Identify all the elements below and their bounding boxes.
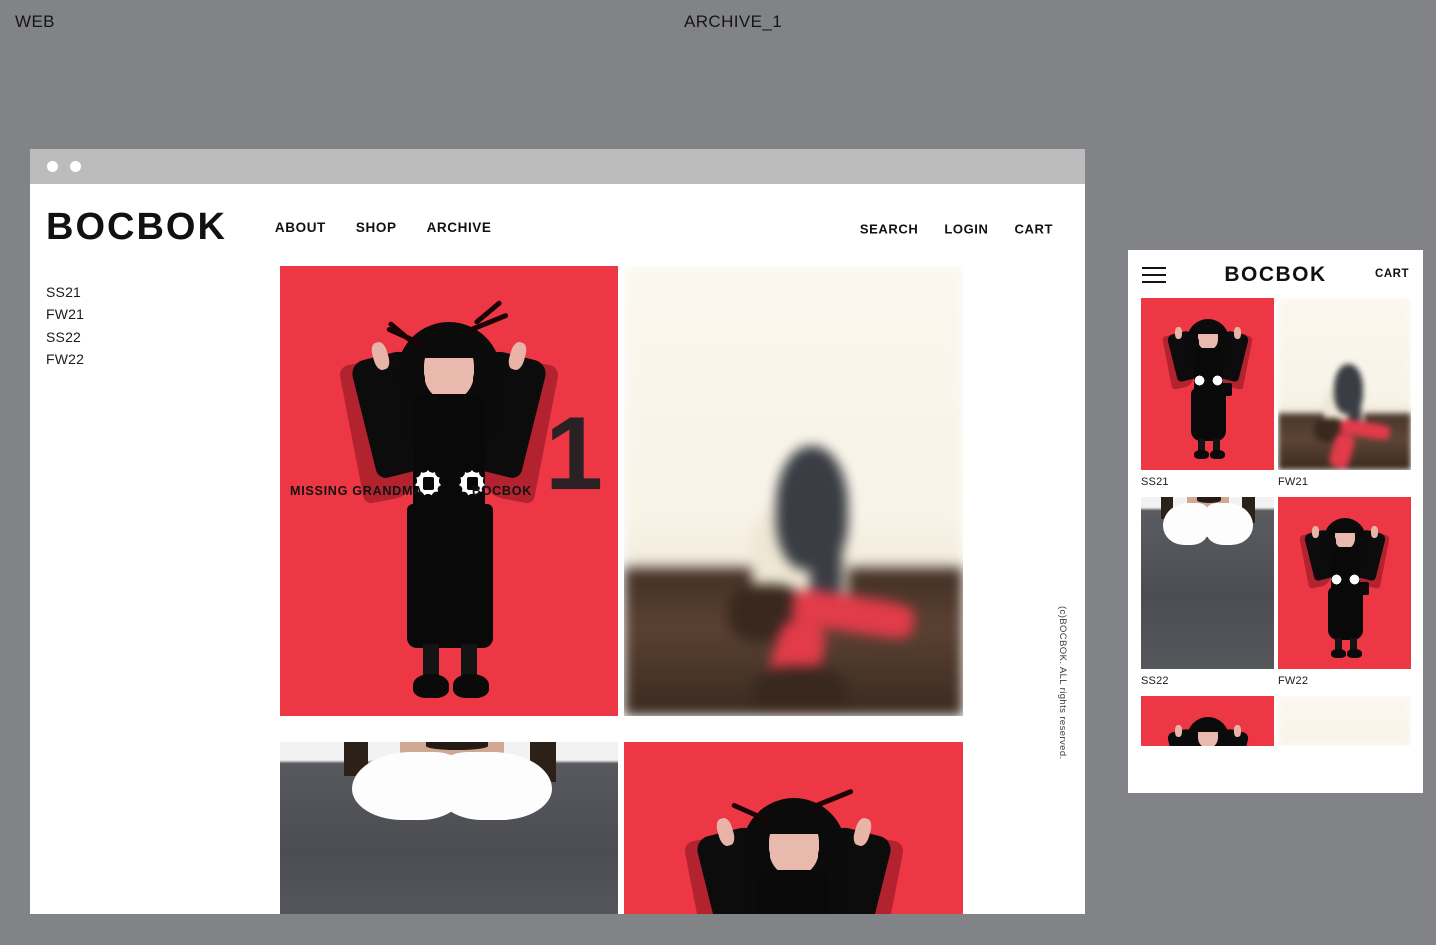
artwork-red-lookbook: 1 MISSING GRANDMA BOCBOK [280,266,618,716]
artwork-blurred-photo-thumb [1278,298,1411,470]
mobile-archive-grid: SS21 FW21 SS22 FW22 [1128,298,1423,752]
mobile-grid-row-partial [1141,696,1411,752]
gallery-tile-blurred-field[interactable] [624,266,963,716]
artwork-collar-closeup [280,742,618,914]
window-dot-2[interactable] [70,161,81,172]
brand-logo[interactable]: BOCBOK [46,208,227,246]
gallery-tile-lookbook-red[interactable]: 1 MISSING GRANDMA BOCBOK [280,266,618,716]
nav-item-shop[interactable]: SHOP [356,220,397,235]
mobile-grid-label: FW22 [1278,675,1309,687]
mobile-thumb-partial-2 [1278,696,1411,746]
season-item-fw21[interactable]: FW21 [46,303,166,325]
mobile-grid-item-partial-1[interactable] [1141,696,1274,752]
mobile-thumb-partial-1 [1141,696,1274,746]
mobile-thumb-ss22 [1141,497,1274,669]
artwork-red-lookbook-thumb-2 [1278,497,1411,669]
page-label-archive: ARCHIVE_1 [684,12,783,31]
mobile-grid-label: SS22 [1141,675,1169,687]
artwork-blurred-photo [624,266,963,716]
site-header: BOCBOK ABOUT SHOP ARCHIVE SEARCH LOGIN C… [30,184,1085,266]
mobile-grid-item-fw22[interactable]: FW22 [1278,497,1411,687]
mobile-grid-label: FW21 [1278,476,1309,488]
window-dot-1[interactable] [47,161,58,172]
nav-item-login[interactable]: LOGIN [944,222,988,237]
mobile-browser-window: BOCBOK CART SS21 FW21 SS22 FW22 [1128,250,1423,793]
archive-gallery: 1 MISSING GRANDMA BOCBOK [280,266,963,914]
artwork-numeral: 1 [545,396,603,512]
nav-item-search[interactable]: SEARCH [860,222,919,237]
mobile-grid-item-ss22[interactable]: SS22 [1141,497,1274,687]
hamburger-icon[interactable] [1142,267,1166,283]
copyright-notice: (c)BOCBOK. ALL rights reserved. [1057,606,1068,760]
primary-nav: ABOUT SHOP ARCHIVE [275,220,492,235]
nav-item-archive[interactable]: ARCHIVE [427,220,492,235]
mobile-header: BOCBOK CART [1128,250,1423,298]
mobile-thumb-ss21 [1141,298,1274,470]
gallery-tile-collar-knit[interactable] [280,742,618,914]
mobile-grid-item-partial-2[interactable] [1278,696,1411,752]
mobile-grid-item-ss21[interactable]: SS21 [1141,298,1274,488]
utility-nav: SEARCH LOGIN CART [860,222,1053,237]
mobile-thumb-fw22 [1278,497,1411,669]
artwork-blurred-photo-thumb-2 [1278,696,1411,746]
season-item-fw22[interactable]: FW22 [46,348,166,370]
season-item-ss21[interactable]: SS21 [46,281,166,303]
mobile-grid-label: SS21 [1141,476,1169,488]
season-item-ss22[interactable]: SS22 [46,326,166,348]
artwork-caption-right: BOCBOK [471,484,532,498]
mobile-grid-row: SS21 FW21 [1141,298,1411,488]
browser-titlebar [30,149,1085,184]
artwork-red-lookbook-thumb-3 [1141,696,1274,746]
desktop-browser-window: BOCBOK ABOUT SHOP ARCHIVE SEARCH LOGIN C… [30,149,1085,914]
mobile-thumb-fw21 [1278,298,1411,470]
gallery-row [280,742,963,914]
mobile-grid-row: SS22 FW22 [1141,497,1411,687]
mobile-brand-logo[interactable]: BOCBOK [1224,263,1326,287]
nav-item-about[interactable]: ABOUT [275,220,326,235]
mobile-grid-item-fw21[interactable]: FW21 [1278,298,1411,488]
page-label-web: WEB [15,12,55,31]
nav-item-cart[interactable]: CART [1014,222,1053,237]
gallery-tile-lookbook-red-crop[interactable] [624,742,963,914]
artwork-red-lookbook-thumb [1141,298,1274,470]
artwork-red-lookbook-crop [624,742,963,914]
desktop-page: BOCBOK ABOUT SHOP ARCHIVE SEARCH LOGIN C… [30,184,1085,914]
season-filter-list: SS21 FW21 SS22 FW22 [46,281,166,370]
artwork-collar-thumb [1141,497,1274,669]
gallery-row: 1 MISSING GRANDMA BOCBOK [280,266,963,716]
artwork-caption-left: MISSING GRANDMA [290,484,423,498]
mobile-cart-button[interactable]: CART [1375,268,1409,280]
